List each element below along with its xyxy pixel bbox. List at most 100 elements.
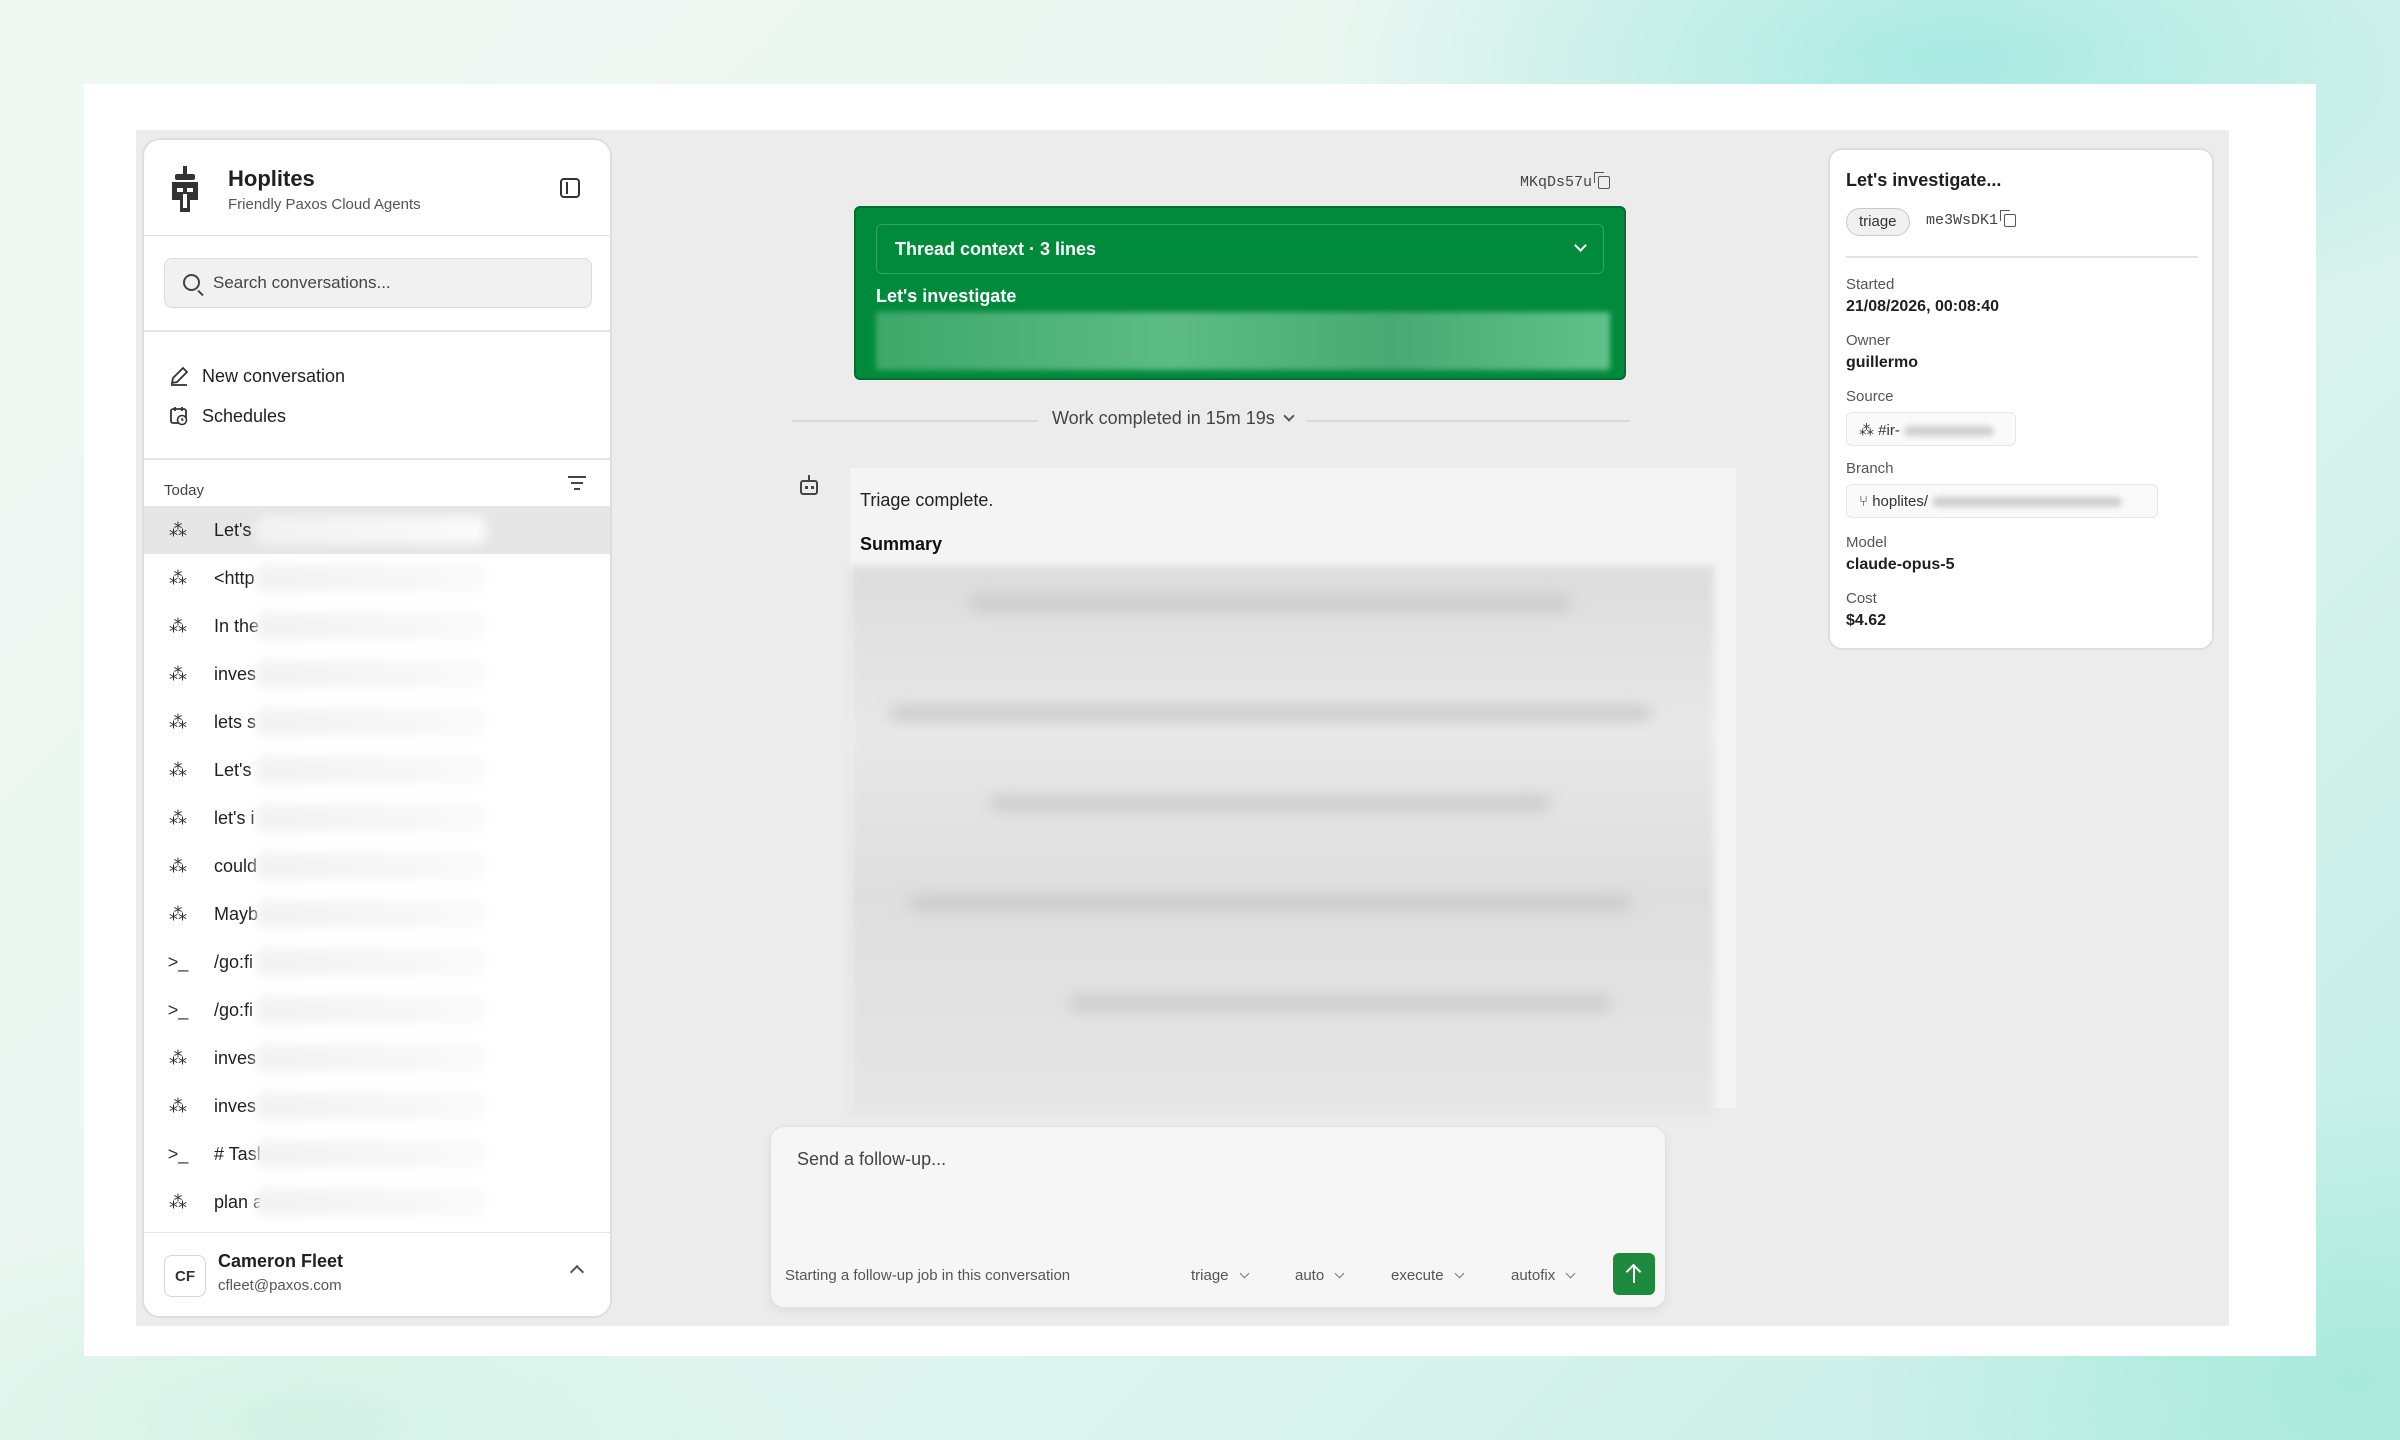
user-menu[interactable]: CF Cameron Fleet cfleet@paxos.com (144, 1232, 610, 1316)
thread-context-label: Thread context · 3 lines (895, 239, 1097, 259)
approval-select[interactable]: auto (1295, 1267, 1345, 1284)
divider (1846, 256, 2198, 258)
job-short-id-text: me3WsDK1 (1926, 212, 1999, 229)
branch-chip[interactable]: ⑂ hoplites/ (1846, 484, 2158, 518)
redacted-text (256, 516, 486, 544)
search-box (164, 258, 592, 308)
conversation-item[interactable]: ⁂ In the (144, 602, 610, 650)
copy-icon[interactable] (2000, 209, 2017, 227)
fix-select[interactable]: autofix (1511, 1267, 1576, 1284)
pencil-icon (170, 366, 189, 386)
redacted-text (256, 900, 486, 928)
redacted-text (256, 804, 486, 832)
conversation-item[interactable]: >_ # Tasl (144, 1130, 610, 1178)
cost-label: Cost (1846, 590, 1877, 607)
fix-value: autofix (1511, 1267, 1556, 1284)
conversation-item[interactable]: ⁂ <http (144, 554, 610, 602)
slack-icon: ⁂ (169, 615, 187, 636)
redacted-text (256, 948, 486, 976)
slack-icon: ⁂ (1859, 422, 1874, 439)
conversation-title: inves (214, 663, 257, 684)
brand-header: Hoplites Friendly Paxos Cloud Agents (144, 140, 610, 236)
brand-name: Hoplites (228, 166, 315, 191)
model-value: claude-opus-5 (1846, 556, 1955, 573)
chevron-down-icon (1283, 410, 1295, 422)
slack-icon: ⁂ (169, 855, 187, 876)
message-text: Triage complete. (860, 490, 994, 510)
conversation-title: <http (214, 567, 255, 588)
redacted-text (256, 564, 486, 592)
schedules-button[interactable]: Schedules (168, 398, 286, 434)
source-label: Source (1846, 388, 1894, 405)
conversation-item[interactable]: ⁂ lets s (144, 698, 610, 746)
source-chip[interactable]: ⁂ #ir- (1846, 412, 2016, 446)
conversation-item[interactable]: ⁂ inves (144, 1082, 610, 1130)
conversation-title: Let's (214, 519, 252, 540)
conversation-item[interactable]: ⁂ let's i (144, 794, 610, 842)
conversation-list: ⁂ Let's ⁂ <http ⁂ In the ⁂ inves ⁂ lets s ⁂ Let's ⁂ l… (144, 506, 610, 1226)
job-short-id: me3WsDK1 (1926, 209, 2017, 229)
divider (144, 458, 610, 460)
agent-message: Triage complete. Summary (850, 468, 1736, 1116)
user-email: cfleet@paxos.com (218, 1277, 342, 1294)
started-label: Started (1846, 276, 1895, 293)
redacted-text (256, 1044, 486, 1072)
conversation-title: Let's (214, 759, 252, 780)
owner-label: Owner (1846, 332, 1891, 349)
slack-icon: ⁂ (169, 1047, 187, 1068)
chevron-up-icon[interactable] (569, 1264, 585, 1280)
thread-title: Let's investigate (876, 286, 1017, 306)
conversation-title: In the (214, 615, 260, 636)
chevron-down-icon (1565, 1268, 1576, 1279)
collapse-sidebar-icon[interactable] (560, 178, 580, 198)
conversation-title: /go:fi (214, 999, 254, 1020)
source-value: #ir- (1878, 422, 1900, 439)
sidebar: Hoplites Friendly Paxos Cloud Agents New… (142, 138, 612, 1318)
search-icon (183, 274, 200, 291)
slack-icon: ⁂ (169, 663, 187, 684)
git-branch-icon: ⑂ (1859, 493, 1869, 510)
action-value: execute (1391, 1267, 1444, 1284)
thread-context-toggle[interactable]: Thread context · 3 lines (876, 224, 1604, 274)
conversation-item[interactable]: ⁂ plan a (144, 1178, 610, 1226)
avatar: CF (164, 1255, 206, 1297)
composer-hint: Starting a follow-up job in this convers… (785, 1267, 1071, 1284)
chevron-down-icon (1239, 1268, 1249, 1279)
redacted-text (1932, 497, 2123, 508)
work-completed-toggle[interactable]: Work completed in 15m 19s (1038, 408, 1307, 429)
calendar-clock-icon (170, 407, 188, 426)
search-input[interactable] (213, 269, 573, 297)
conversation-item[interactable]: ⁂ Mayb (144, 890, 610, 938)
new-conversation-button[interactable]: New conversation (168, 358, 345, 394)
conversation-item[interactable]: >_ /go:fi (144, 986, 610, 1034)
follow-up-input[interactable] (797, 1149, 1637, 1229)
slack-icon: ⁂ (169, 1095, 187, 1116)
conversation-item[interactable]: ⁂ inves (144, 650, 610, 698)
conversation-item[interactable]: ⁂ Let's (144, 506, 610, 554)
conversation-item[interactable]: ⁂ Let's (144, 746, 610, 794)
filter-icon[interactable] (568, 476, 586, 492)
redacted-text (256, 996, 486, 1024)
chevron-down-icon (1334, 1268, 1345, 1279)
conversation-title: plan a (214, 1191, 260, 1212)
composer: Starting a follow-up job in this convers… (770, 1126, 1666, 1308)
mode-select[interactable]: triage (1191, 1267, 1249, 1284)
redacted-summary (850, 566, 1714, 1116)
conversation-item[interactable]: >_ /go:fi (144, 938, 610, 986)
mode-value: triage (1191, 1267, 1229, 1284)
send-button[interactable] (1613, 1253, 1655, 1295)
conversation-title: inves (214, 1095, 257, 1116)
copy-icon[interactable] (1594, 171, 1611, 189)
job-id: MKqDs57u (1520, 171, 1611, 191)
conversation-item[interactable]: ⁂ could (144, 842, 610, 890)
bot-icon (800, 475, 818, 495)
conversation-item[interactable]: ⁂ inves (144, 1034, 610, 1082)
redacted-text (256, 852, 486, 880)
approval-value: auto (1295, 1267, 1325, 1284)
redacted-text (256, 1188, 486, 1216)
hoplite-helmet-icon (172, 166, 198, 212)
action-select[interactable]: execute (1391, 1267, 1464, 1284)
cost-value: $4.62 (1846, 612, 1887, 629)
job-id-text: MKqDs57u (1520, 174, 1593, 191)
terminal-icon: >_ (167, 999, 189, 1020)
